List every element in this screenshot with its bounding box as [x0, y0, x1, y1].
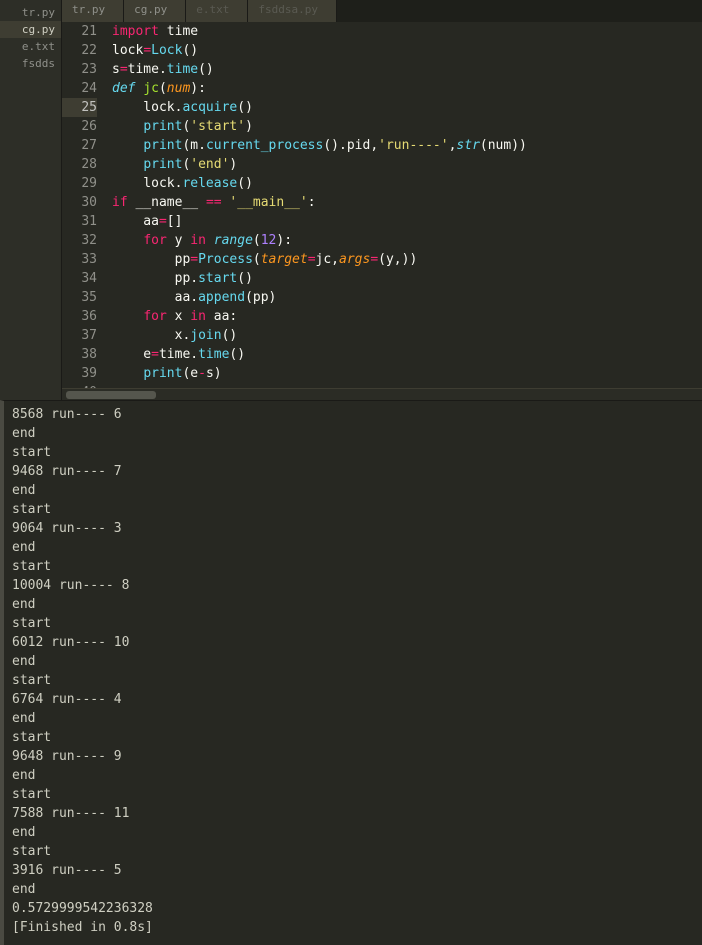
code-line[interactable]: print('start') — [112, 117, 702, 136]
line-number: 30 — [62, 193, 97, 212]
code-line[interactable]: lock.acquire() — [112, 98, 702, 117]
code-content[interactable]: import timelock=Lock()s=time.time()def j… — [107, 22, 702, 388]
line-number: 26 — [62, 117, 97, 136]
line-number: 22 — [62, 41, 97, 60]
line-number: 31 — [62, 212, 97, 231]
code-line[interactable]: x.join() — [112, 326, 702, 345]
code-line[interactable]: for x in aa: — [112, 307, 702, 326]
line-number: 25 — [62, 98, 97, 117]
scrollbar-thumb[interactable] — [66, 391, 156, 399]
code-line[interactable]: print(e-s) — [112, 364, 702, 383]
line-number: 28 — [62, 155, 97, 174]
code-line[interactable]: lock.release() — [112, 174, 702, 193]
line-number: 23 — [62, 60, 97, 79]
code-line[interactable]: print(m.current_process().pid,'run----',… — [112, 136, 702, 155]
line-number: 32 — [62, 231, 97, 250]
sidebar-file[interactable]: fsdds — [0, 55, 61, 72]
line-number: 21 — [62, 22, 97, 41]
code-line[interactable]: print('end') — [112, 155, 702, 174]
line-number: 27 — [62, 136, 97, 155]
output-panel[interactable]: 8568 run---- 6 end start 9468 run---- 7 … — [0, 400, 702, 945]
file-sidebar: tr.pycg.pye.txtfsdds — [0, 0, 62, 400]
code-line[interactable]: if __name__ == '__main__': — [112, 193, 702, 212]
code-line[interactable]: pp=Process(target=jc,args=(y,)) — [112, 250, 702, 269]
horizontal-scrollbar[interactable] — [62, 388, 702, 400]
code-line[interactable]: pp.start() — [112, 269, 702, 288]
editor-tab[interactable]: cg.py — [124, 0, 186, 22]
code-line[interactable]: s=time.time() — [112, 60, 702, 79]
code-line[interactable]: def jc(num): — [112, 79, 702, 98]
line-number: 33 — [62, 250, 97, 269]
line-number: 24 — [62, 79, 97, 98]
line-number: 37 — [62, 326, 97, 345]
code-area[interactable]: 2122232425262728293031323334353637383940… — [62, 22, 702, 388]
code-line[interactable]: aa=[] — [112, 212, 702, 231]
line-number: 34 — [62, 269, 97, 288]
editor-region: tr.pycg.pye.txtfsdds tr.pycg.pye.txtfsdd… — [0, 0, 702, 400]
sidebar-file[interactable]: tr.py — [0, 4, 61, 21]
line-number: 35 — [62, 288, 97, 307]
code-line[interactable]: lock=Lock() — [112, 41, 702, 60]
line-gutter: 2122232425262728293031323334353637383940 — [62, 22, 107, 388]
code-line[interactable]: for y in range(12): — [112, 231, 702, 250]
sidebar-file[interactable]: cg.py — [0, 21, 61, 38]
line-number: 38 — [62, 345, 97, 364]
sidebar-file[interactable]: e.txt — [0, 38, 61, 55]
code-line[interactable]: aa.append(pp) — [112, 288, 702, 307]
line-number: 36 — [62, 307, 97, 326]
editor-area: tr.pycg.pye.txtfsddsa.py 212223242526272… — [62, 0, 702, 400]
code-line[interactable]: e=time.time() — [112, 345, 702, 364]
tab-bar: tr.pycg.pye.txtfsddsa.py — [62, 0, 702, 22]
editor-tab[interactable]: e.txt — [186, 0, 248, 22]
code-line[interactable]: import time — [112, 22, 702, 41]
editor-tab[interactable]: tr.py — [62, 0, 124, 22]
line-number: 39 — [62, 364, 97, 383]
line-number: 29 — [62, 174, 97, 193]
editor-tab[interactable]: fsddsa.py — [248, 0, 337, 22]
